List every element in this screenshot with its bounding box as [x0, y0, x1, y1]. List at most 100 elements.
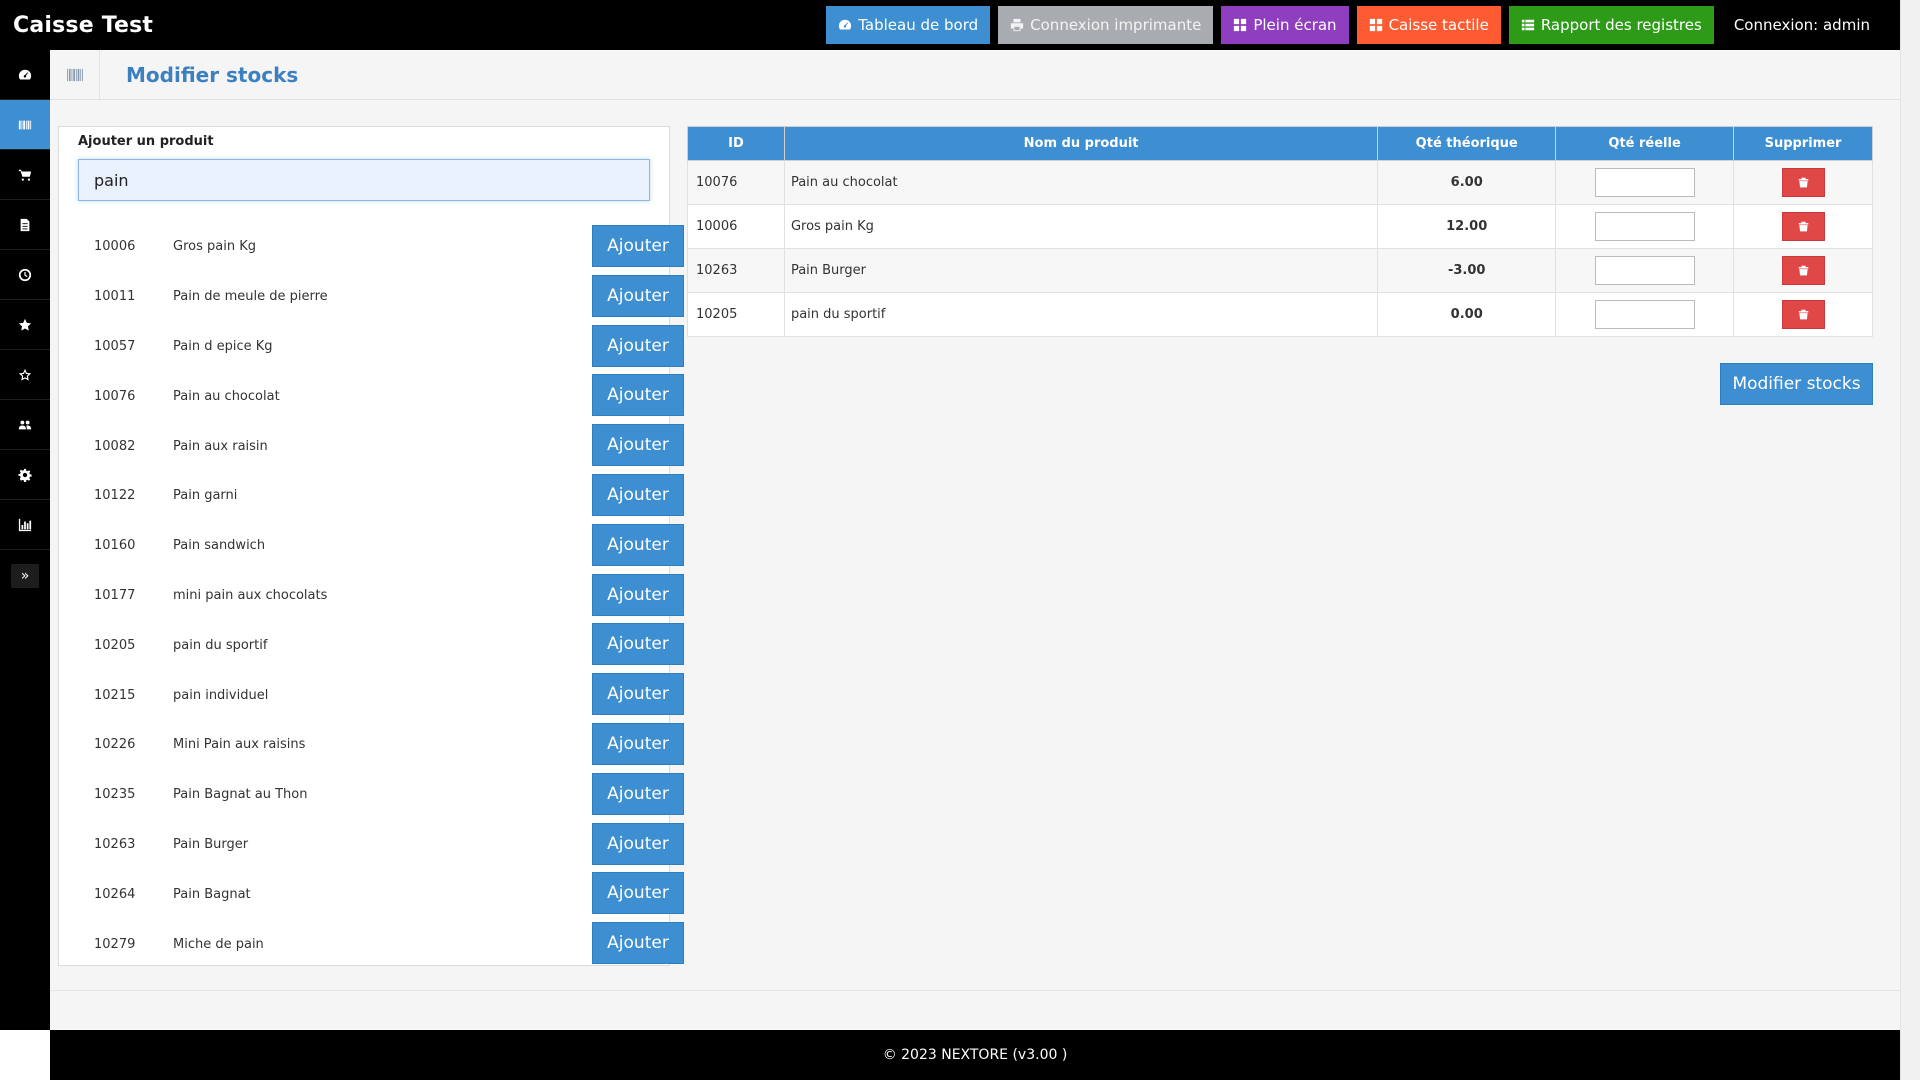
list-item: 10011 Pain de meule de pierre Ajouter	[78, 272, 684, 322]
table-row: 10076 Pain au chocolat 6.00	[687, 160, 1873, 205]
product-name: Pain aux raisin	[173, 438, 268, 454]
add-product-button[interactable]: Ajouter	[592, 673, 684, 716]
list-icon	[1521, 18, 1535, 32]
dashboard-button[interactable]: Tableau de bord	[826, 6, 991, 44]
top-bar: Caisse Test Tableau de bord Connexion im…	[0, 0, 1900, 50]
product-id: 10279	[94, 936, 136, 952]
document-icon	[20, 218, 30, 231]
real-qty-input[interactable]	[1594, 300, 1695, 329]
product-name: Pain de meule de pierre	[173, 289, 328, 305]
add-product-button[interactable]: Ajouter	[592, 922, 684, 965]
list-item: 10057 Pain d epice Kg Ajouter	[78, 322, 684, 372]
product-id: 10011	[94, 289, 136, 305]
page-title: Modifier stocks	[126, 62, 299, 87]
sidebar-item-dashboard[interactable]	[0, 50, 50, 100]
add-product-button[interactable]: Ajouter	[592, 573, 684, 616]
column-header-theoretical-qty: Qté théorique	[1377, 126, 1557, 161]
sidebar-item-reports[interactable]	[0, 500, 50, 550]
add-product-button[interactable]: Ajouter	[592, 872, 684, 915]
sidebar-item-sales[interactable]	[0, 150, 50, 200]
product-id: 10177	[94, 587, 136, 603]
cart-icon	[18, 169, 32, 181]
add-product-button[interactable]: Ajouter	[592, 623, 684, 666]
users-icon	[18, 420, 32, 429]
dashboard-icon	[18, 69, 32, 80]
sidebar-item-favorites[interactable]	[0, 300, 50, 350]
stock-table-body: 10076 Pain au chocolat 6.00 10006 Gros pain …	[687, 160, 1873, 337]
trash-icon	[1798, 265, 1808, 276]
touch-register-button[interactable]: Caisse tactile	[1356, 6, 1501, 44]
row-product-name: Pain Burger	[783, 248, 1379, 293]
add-product-button[interactable]: Ajouter	[592, 424, 684, 467]
list-item: 10006 Gros pain Kg Ajouter	[78, 222, 684, 272]
row-delete-cell	[1733, 160, 1873, 205]
login-status[interactable]: Connexion: admin	[1714, 16, 1900, 34]
update-stock-button[interactable]: Modifier stocks	[1720, 363, 1873, 405]
add-product-button[interactable]: Ajouter	[592, 523, 684, 566]
sidebar-item-documents[interactable]	[0, 200, 50, 250]
add-product-panel: Ajouter un produit 10006 Gros pain Kg Ajou…	[58, 126, 684, 969]
delete-row-button[interactable]	[1781, 256, 1825, 285]
stock-table: ID Nom du produit Qté théorique Qté réel…	[687, 126, 1873, 337]
list-item: 10205 pain du sportif Ajouter	[78, 620, 684, 670]
add-product-button[interactable]: Ajouter	[592, 374, 684, 417]
register-report-button[interactable]: Rapport des registres	[1508, 6, 1714, 44]
chart-icon	[18, 518, 32, 531]
dashboard-button-label: Tableau de bord	[858, 16, 979, 34]
list-item: 10226 Mini Pain aux raisins Ajouter	[78, 720, 684, 770]
row-id: 10076	[687, 160, 785, 205]
real-qty-input[interactable]	[1594, 212, 1695, 241]
printer-connect-label: Connexion imprimante	[1030, 16, 1202, 34]
footer-spacer	[50, 990, 1900, 1030]
product-search-input[interactable]	[78, 159, 650, 201]
product-result-list: 10006 Gros pain Kg Ajouter 10011 Pain de meu…	[78, 222, 684, 969]
printer-connect-button[interactable]: Connexion imprimante	[998, 6, 1214, 44]
grid-icon	[1233, 18, 1247, 32]
row-delete-cell	[1733, 292, 1873, 337]
add-product-button[interactable]: Ajouter	[592, 225, 684, 267]
stock-table-header: ID Nom du produit Qté théorique Qté réel…	[687, 126, 1873, 161]
row-theoretical-qty: 0.00	[1377, 292, 1557, 337]
table-row: 10006 Gros pain Kg 12.00	[687, 204, 1873, 249]
list-item: 10177 mini pain aux chocolats Ajouter	[78, 571, 684, 621]
real-qty-input[interactable]	[1594, 168, 1695, 197]
delete-row-button[interactable]	[1781, 212, 1825, 241]
add-product-button[interactable]: Ajouter	[592, 722, 684, 765]
table-row: 10263 Pain Burger -3.00	[687, 248, 1873, 293]
sidebar-item-stock[interactable]	[0, 100, 50, 150]
product-name: Pain Burger	[173, 836, 249, 852]
add-product-button[interactable]: Ajouter	[592, 772, 684, 815]
product-name: Pain garni	[173, 488, 238, 504]
app-title: Caisse Test	[13, 12, 154, 38]
delete-row-button[interactable]	[1781, 168, 1825, 197]
fullscreen-button[interactable]: Plein écran	[1221, 6, 1349, 44]
add-product-button[interactable]: Ajouter	[592, 473, 684, 516]
row-id: 10006	[687, 204, 785, 249]
sidebar-toggle-button[interactable]: »	[11, 564, 39, 588]
list-item: 10279 Miche de pain Ajouter	[78, 919, 684, 969]
row-product-name: Gros pain Kg	[783, 204, 1379, 249]
product-name: Mini Pain aux raisins	[173, 737, 306, 753]
trash-icon	[1798, 309, 1808, 320]
page-scrollbar[interactable]	[1900, 0, 1920, 1080]
product-id: 10076	[94, 388, 136, 404]
sidebar-item-settings[interactable]	[0, 450, 50, 500]
product-name: Pain Bagnat	[173, 886, 251, 902]
add-product-button[interactable]: Ajouter	[592, 822, 684, 865]
delete-row-button[interactable]	[1781, 300, 1825, 329]
grid-icon	[1369, 18, 1383, 32]
sidebar: »	[0, 50, 50, 1030]
sidebar-item-history[interactable]	[0, 250, 50, 300]
sidebar-item-customers[interactable]	[0, 400, 50, 450]
add-product-button[interactable]: Ajouter	[592, 324, 684, 367]
list-item: 10264 Pain Bagnat Ajouter	[78, 869, 684, 919]
product-id: 10264	[94, 886, 136, 902]
row-id: 10263	[687, 248, 785, 293]
gear-icon	[18, 468, 32, 482]
footer: © 2023 NEXTORE (v3.00 )	[50, 1030, 1900, 1080]
add-product-button[interactable]: Ajouter	[592, 274, 684, 317]
column-header-delete: Supprimer	[1733, 126, 1873, 161]
real-qty-input[interactable]	[1594, 256, 1695, 285]
printer-icon	[1010, 18, 1024, 32]
sidebar-item-loyalty[interactable]	[0, 350, 50, 400]
